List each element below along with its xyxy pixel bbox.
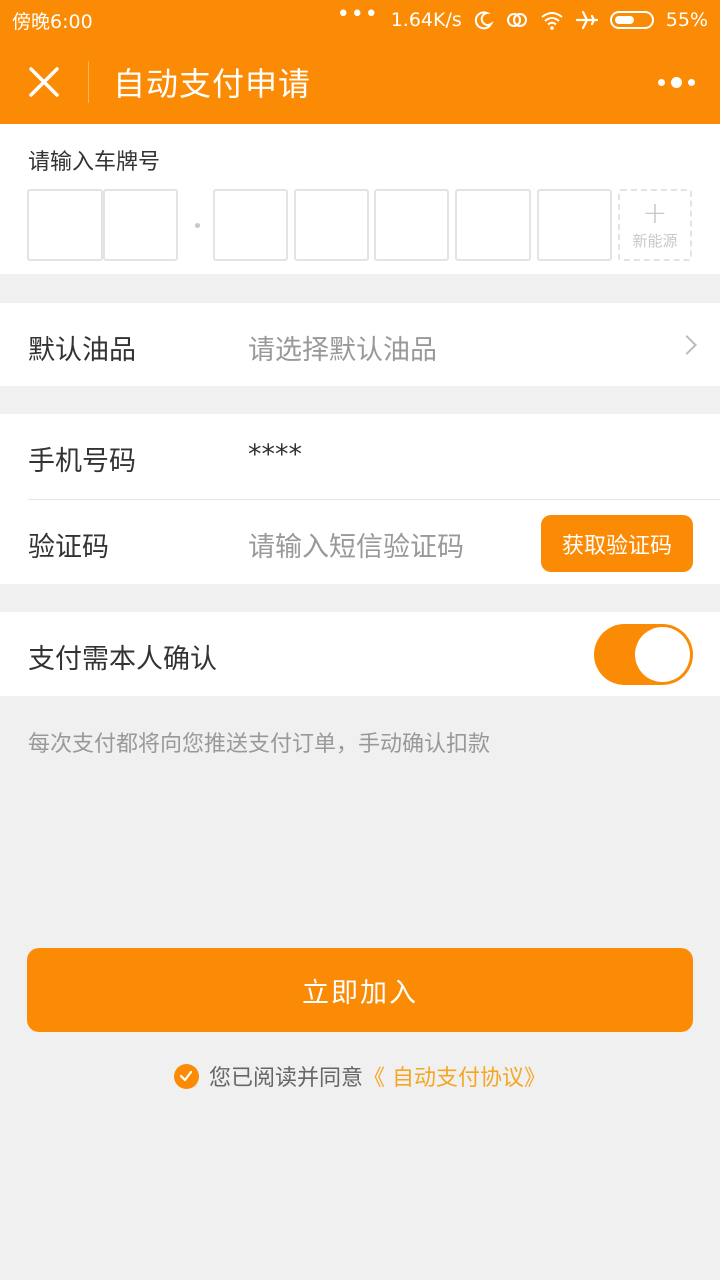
sms-code-input[interactable]: 请输入短信验证码 — [248, 525, 464, 564]
more-dots-icon — [670, 76, 682, 88]
wifi-icon — [541, 12, 563, 30]
plus-icon: + — [642, 195, 668, 231]
fuel-row[interactable]: 默认油品 请选择默认油品 — [0, 303, 720, 386]
status-bar: 傍晚6:00 ••• 1.64K/s 55% — [0, 0, 720, 40]
more-dots-icon — [657, 78, 665, 86]
plate-slot-6[interactable] — [455, 189, 531, 261]
get-code-button[interactable]: 获取验证码 — [541, 515, 693, 572]
plate-slot-4[interactable] — [294, 189, 369, 261]
more-dots-icon — [687, 78, 695, 86]
fuel-select[interactable]: 请选择默认油品 — [248, 328, 437, 367]
new-energy-slot[interactable]: + 新能源 — [618, 189, 692, 261]
status-icons: ••• 1.64K/s 55% — [337, 4, 708, 32]
confirm-hint: 每次支付都将向您推送支付订单，手动确认扣款 — [28, 732, 491, 757]
network-speed: 1.64K/s — [390, 9, 462, 31]
phone-label: 手机号码 — [28, 446, 136, 477]
moon-icon — [474, 11, 494, 30]
plate-label: 请输入车牌号 — [28, 150, 161, 175]
app-header: 自动支付申请 — [0, 40, 720, 124]
check-icon[interactable] — [173, 1063, 199, 1089]
agreement-text: 您已阅读并同意 — [208, 1066, 363, 1091]
status-time: 傍晚6:00 — [12, 10, 93, 33]
page-title: 自动支付申请 — [113, 65, 312, 103]
toggle-knob — [635, 627, 690, 682]
chevron-right-icon — [677, 335, 697, 355]
close-icon — [29, 67, 59, 97]
header-divider — [88, 61, 89, 103]
plate-slot-2[interactable] — [103, 189, 178, 261]
airplane-icon — [575, 10, 598, 30]
plate-slot-5[interactable] — [374, 189, 449, 261]
join-button[interactable]: 立即加入 — [27, 948, 693, 1032]
plate-section: 请输入车牌号 + 新能源 — [0, 124, 720, 274]
confirm-toggle[interactable] — [594, 624, 693, 685]
plate-slot-7[interactable] — [537, 189, 612, 261]
close-button[interactable] — [0, 40, 88, 124]
plate-separator-dot — [195, 223, 200, 228]
signal-dots: ••• — [336, 2, 379, 27]
new-energy-label: 新能源 — [632, 231, 678, 250]
plate-slot-1[interactable] — [27, 189, 103, 261]
plate-slot-3[interactable] — [213, 189, 288, 261]
sms-label: 验证码 — [28, 532, 109, 563]
fuel-label: 默认油品 — [28, 335, 136, 366]
confirm-label: 支付需本人确认 — [28, 644, 217, 675]
agreement: 您已阅读并同意 《 自动支付协议》 — [0, 1060, 720, 1092]
agreement-link[interactable]: 《 自动支付协议》 — [363, 1060, 546, 1092]
phone-value: **** — [248, 439, 302, 470]
row-divider — [28, 499, 720, 500]
battery-icon — [609, 11, 654, 29]
more-button[interactable] — [632, 40, 720, 124]
sync-icon — [506, 13, 527, 27]
battery-percent: 55% — [665, 9, 708, 31]
